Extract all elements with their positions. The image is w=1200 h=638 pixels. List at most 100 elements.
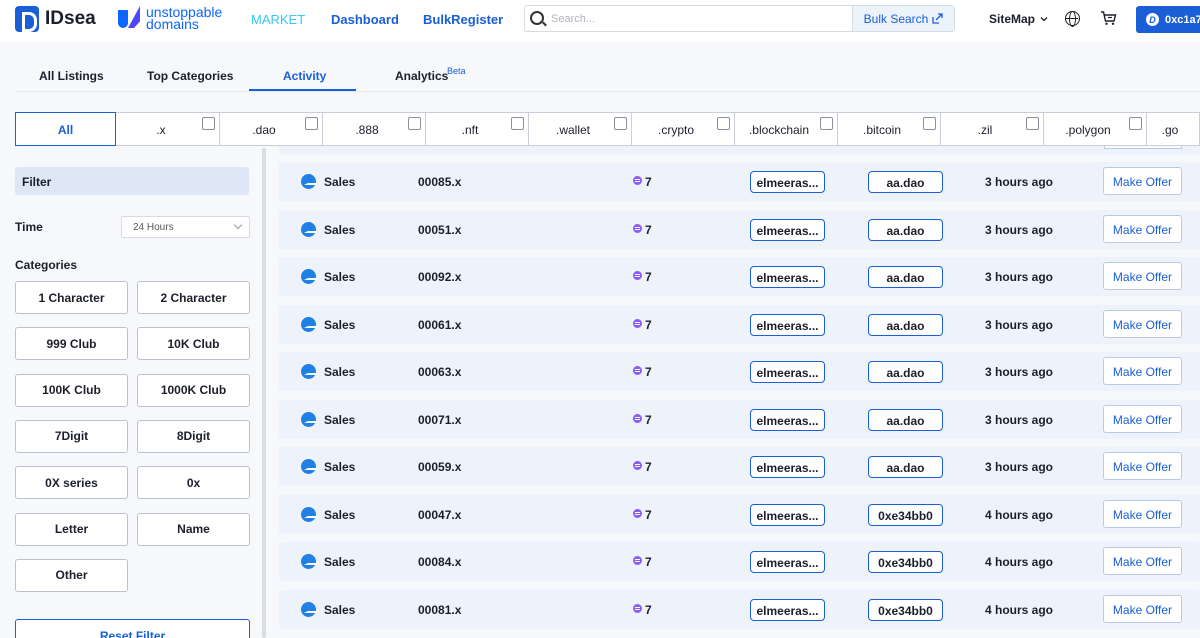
search-input[interactable]	[551, 9, 851, 28]
tld-crypto[interactable]: .crypto	[632, 113, 735, 145]
from-address[interactable]: elmeeras...	[750, 551, 825, 573]
bulk-search-button[interactable]: Bulk Search	[852, 6, 954, 31]
make-offer-button[interactable]: Make Offer	[1103, 262, 1182, 290]
category-button[interactable]: 10K Club	[137, 327, 250, 361]
tld-wallet[interactable]: .wallet	[529, 113, 632, 145]
category-button[interactable]: Name	[137, 512, 250, 546]
category-button[interactable]: 0X series	[15, 466, 128, 500]
to-address[interactable]: aa.dao	[868, 171, 943, 193]
reset-filter-button[interactable]: Reset Filter	[15, 619, 250, 638]
tab-analytics[interactable]: Analytics	[395, 69, 448, 83]
top-header: IDsea unstoppable domains MARKET Dashboa…	[0, 0, 1200, 42]
make-offer-button[interactable]: Make Offer	[1103, 357, 1182, 385]
to-address[interactable]: aa.dao	[868, 266, 943, 288]
tld-checkbox[interactable]	[1129, 117, 1142, 130]
tld-checkbox[interactable]	[1026, 117, 1039, 130]
nav-bulk-register[interactable]: BulkRegister	[423, 12, 503, 27]
tld-zil[interactable]: .zil	[941, 113, 1044, 145]
to-address[interactable]: aa.dao	[868, 408, 943, 431]
tld-label: .nft	[461, 123, 479, 137]
price: 7	[645, 222, 652, 237]
domain-name[interactable]: 00084.x	[418, 555, 461, 569]
from-address[interactable]: elmeeras...	[750, 171, 825, 193]
category-button[interactable]: 1000K Club	[137, 373, 250, 407]
tld-checkbox[interactable]	[511, 117, 524, 130]
nav-market[interactable]: MARKET	[251, 12, 305, 27]
category-button[interactable]: Other	[15, 558, 128, 592]
category-button[interactable]: 999 Club	[15, 327, 128, 361]
tld-dao[interactable]: .dao	[220, 113, 323, 145]
category-button[interactable]: 1 Character	[15, 281, 128, 314]
tld-nft[interactable]: .nft	[426, 113, 529, 145]
event-time: 4 hours ago	[985, 602, 1054, 617]
to-address[interactable]: aa.dao	[868, 456, 943, 478]
domain-name[interactable]: 00081.x	[418, 603, 461, 617]
category-button[interactable]: 0x	[137, 466, 250, 500]
make-offer-button[interactable]: Make Offer	[1103, 594, 1182, 623]
make-offer-button[interactable]: Make Offer	[1103, 309, 1182, 338]
to-address[interactable]: aa.dao	[868, 218, 943, 241]
tld-checkbox[interactable]	[820, 117, 833, 130]
make-offer-button[interactable]: Make Offer	[1103, 214, 1182, 243]
wallet-button[interactable]: D 0xc1a7	[1136, 6, 1200, 33]
tld-checkbox[interactable]	[202, 117, 215, 130]
domain-name[interactable]: 00047.x	[418, 508, 461, 522]
to-address[interactable]: aa.dao	[868, 361, 943, 383]
time-select[interactable]: 24 Hours	[121, 216, 250, 238]
to-address[interactable]: 0xe34bb0	[868, 551, 943, 573]
domain-name[interactable]: 00085.x	[418, 175, 461, 189]
make-offer-button[interactable]: Make Offer	[1103, 499, 1182, 528]
tld-checkbox[interactable]	[717, 117, 730, 130]
to-address[interactable]: 0xe34bb0	[868, 503, 943, 526]
make-offer-button[interactable]: Make Offer	[1103, 452, 1182, 480]
from-address[interactable]: elmeeras...	[750, 598, 825, 621]
category-button[interactable]: 2 Character	[137, 281, 250, 314]
cart-icon[interactable]	[1100, 10, 1117, 26]
tld-checkbox[interactable]	[305, 117, 318, 130]
tab-all-listings[interactable]: All Listings	[39, 69, 104, 83]
make-offer-button[interactable]: Make Offer	[1103, 404, 1182, 433]
opensea-icon	[301, 316, 317, 332]
to-address[interactable]: aa.dao	[868, 313, 943, 336]
from-address[interactable]: elmeeras...	[750, 408, 825, 431]
idsea-logo[interactable]: IDsea	[15, 6, 96, 32]
category-button[interactable]: 100K Club	[15, 373, 128, 407]
tld-blockchain[interactable]: .blockchain	[735, 113, 838, 145]
price: 7	[645, 175, 652, 189]
from-address[interactable]: elmeeras...	[750, 456, 825, 478]
domain-name[interactable]: 00059.x	[418, 460, 461, 474]
domain-name[interactable]: 00071.x	[418, 413, 461, 427]
make-offer-button[interactable]: Make Offer	[1103, 547, 1182, 575]
from-address[interactable]: elmeeras...	[750, 266, 825, 288]
tld-go[interactable]: .go	[1147, 113, 1200, 145]
tab-activity[interactable]: Activity	[283, 69, 326, 83]
tld-polygon[interactable]: .polygon	[1044, 113, 1147, 145]
tld-checkbox[interactable]	[408, 117, 421, 130]
to-address[interactable]: 0xe34bb0	[868, 598, 943, 621]
domain-name[interactable]: 00061.x	[418, 318, 461, 332]
domain-name[interactable]: 00092.x	[418, 270, 461, 284]
tld-bitcoin[interactable]: .bitcoin	[838, 113, 941, 145]
from-address[interactable]: elmeeras...	[750, 361, 825, 383]
tld-all[interactable]: All	[15, 112, 116, 146]
tld-checkbox[interactable]	[923, 117, 936, 130]
category-button[interactable]: 8Digit	[137, 419, 250, 453]
sidebar-scrollbar[interactable]	[262, 148, 266, 638]
from-address[interactable]: elmeeras...	[750, 313, 825, 336]
category-button[interactable]: 7Digit	[15, 419, 128, 453]
tld-checkbox[interactable]	[614, 117, 627, 130]
make-offer-button[interactable]: Make Offer	[1103, 167, 1182, 195]
tld-888[interactable]: .888	[323, 113, 426, 145]
from-address[interactable]: elmeeras...	[750, 218, 825, 241]
domain-name[interactable]: 00051.x	[418, 223, 461, 237]
tld-x[interactable]: .x	[117, 113, 220, 145]
globe-icon[interactable]	[1065, 11, 1080, 27]
tld-label: .x	[156, 123, 166, 137]
unstoppable-domains-logo[interactable]: unstoppable domains	[118, 5, 226, 31]
sitemap-menu[interactable]: SiteMap	[989, 12, 1049, 26]
category-button[interactable]: Letter	[15, 512, 128, 546]
from-address[interactable]: elmeeras...	[750, 503, 825, 526]
nav-dashboard[interactable]: Dashboard	[331, 12, 399, 27]
tab-top-categories[interactable]: Top Categories	[147, 69, 233, 83]
domain-name[interactable]: 00063.x	[418, 365, 461, 379]
